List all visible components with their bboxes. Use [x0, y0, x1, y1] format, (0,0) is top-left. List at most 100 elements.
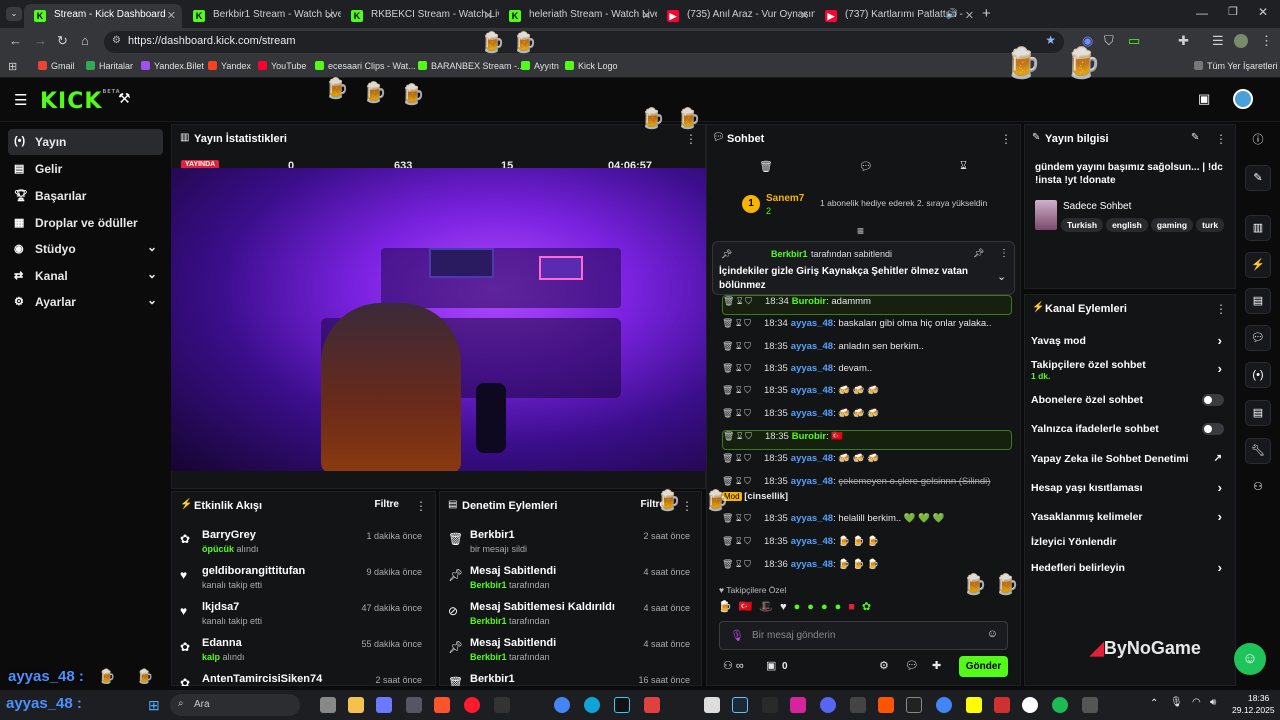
bookmark-youtube[interactable]: YouTube — [258, 61, 306, 71]
hamburger-menu-icon[interactable]: ☰ — [14, 91, 27, 109]
reading-list-icon[interactable]: ☰ — [1212, 33, 1224, 49]
tab-berkbir1[interactable]: K Berkbir1 Stream - Watch Live o ✕ — [183, 4, 341, 28]
chat-icon[interactable]: 💬︎ — [859, 160, 873, 173]
file-explorer-icon[interactable] — [348, 697, 364, 713]
hammer-icon[interactable]: ⚒ — [118, 90, 131, 107]
soundcloud-icon[interactable] — [878, 697, 894, 713]
url-field[interactable]: ⚙ https://dashboard.kick.com/stream ★ — [104, 31, 1064, 53]
chat-icon[interactable]: 💬︎ — [1245, 325, 1271, 351]
more-options-icon[interactable]: ⋮ — [1215, 302, 1227, 316]
chat-message[interactable]: 🗑︎ ⌛︎ ⛉ 18:35 ayyas_48: 🍻 🍻 🍻 — [722, 385, 879, 405]
chat-message[interactable]: 🗑︎ ⌛︎ ⛉ 18:36 ayyas_48: 🍺 🍺 🍺 — [722, 559, 879, 579]
bookmark-yandex-bilet[interactable]: Yandex.Bilet — [141, 61, 204, 71]
minimize-button[interactable]: — — [1196, 6, 1208, 20]
close-tab-icon[interactable]: ✕ — [167, 9, 176, 22]
yandex-icon[interactable] — [1022, 697, 1038, 713]
broadcast-icon[interactable]: (•) — [1245, 362, 1271, 388]
bookmark-ecesaari[interactable]: ecesaari Clips - Wat... — [315, 61, 416, 71]
back-icon[interactable]: ← — [9, 33, 22, 48]
close-window-button[interactable]: ✕ — [1258, 5, 1268, 19]
emote-icon[interactable]: ■ — [848, 601, 862, 613]
close-tab-icon[interactable]: ✕ — [484, 9, 493, 22]
tab-rkbekci[interactable]: K RKBEKCI Stream - Watch Live o ✕ — [341, 4, 499, 28]
chat-message[interactable]: 🗑︎ ⌛︎ ⛉ 18:35 ayyas_48: helalill berkim.. … — [722, 513, 945, 533]
puzzle-icon[interactable]: ✚ — [932, 659, 941, 672]
epic-games-icon[interactable] — [906, 697, 922, 713]
brave-icon[interactable] — [434, 697, 450, 713]
emote-icon[interactable]: 🇹🇷 — [739, 601, 760, 613]
category-name[interactable]: Sadece Sohbet — [1063, 201, 1131, 212]
bookmark-gmail[interactable]: Gmail — [38, 61, 75, 71]
sidebar-item-studyo[interactable]: ◉ Stüdyo ⌄ — [8, 236, 163, 262]
collapse-chevron-icon[interactable]: ≡ — [857, 224, 864, 238]
tab-heleriath[interactable]: K heleriath Stream - Watch Live o ✕ — [499, 4, 657, 28]
users-icon[interactable]: ⚇ ∞ — [723, 659, 744, 672]
action-subscribers-only[interactable]: Abonelere özel sohbet — [1031, 394, 1226, 416]
chat-message[interactable]: 🗑︎ ⌛︎ ⛉ 18:35 ayyas_48: anladın sen berkim… — [722, 341, 924, 361]
action-raid[interactable]: İzleyici Yönlendir — [1031, 536, 1226, 558]
action-emote-only[interactable]: Yalnızca ifadelerle sohbet — [1031, 423, 1226, 445]
tab-kick-dashboard[interactable]: K Stream - Kick Dashboard ✕ — [24, 4, 182, 28]
app-icon[interactable] — [994, 697, 1010, 713]
emote-icon[interactable]: ✿ — [862, 601, 878, 613]
chat-input[interactable]: 🎙︎ Bir mesaj gönderin ☺ — [719, 621, 1008, 650]
expand-chevron-icon[interactable]: ⌄ — [997, 270, 1006, 283]
gift-box-icon[interactable]: ▣ — [766, 659, 776, 672]
chat-message[interactable]: 🗑︎ ⌛︎ ⛉ 18:35 Burobir: 🇹🇷 — [722, 430, 1012, 450]
tag[interactable]: Turkish — [1061, 218, 1104, 232]
clock-time[interactable]: 18:36 — [1248, 693, 1269, 703]
sidebar-item-yayin[interactable]: (•) Yayın — [8, 129, 163, 155]
all-bookmarks[interactable]: Tüm Yer İşaretleri — [1194, 61, 1278, 71]
edge-icon[interactable] — [584, 697, 600, 713]
chrome-icon[interactable] — [554, 697, 570, 713]
chat-message[interactable]: 🗑︎ ⌛︎ ⛉ 18:35 ayyas_48: 🍺 🍺 🍺 — [722, 536, 879, 556]
wrench-icon[interactable]: 🔧︎ — [1245, 438, 1271, 464]
new-tab-button[interactable]: + — [982, 5, 991, 22]
edit-icon[interactable]: ✎ — [1245, 165, 1271, 191]
action-followers-only[interactable]: Takipçilere özel sohbet 1 dk. › — [1031, 359, 1226, 385]
tab-list-chevron-icon[interactable]: ⌄ — [6, 7, 22, 21]
more-options-icon[interactable]: ⋮ — [415, 499, 427, 513]
copilot-icon[interactable] — [376, 697, 392, 713]
opera-icon[interactable] — [464, 697, 480, 713]
action-slow-mode[interactable]: Yavaş mod › — [1031, 333, 1226, 357]
send-button[interactable]: Gönder — [959, 656, 1008, 677]
chrome-icon[interactable] — [936, 697, 952, 713]
category-thumbnail[interactable] — [1035, 200, 1057, 230]
user-avatar[interactable] — [1233, 89, 1253, 109]
profile-avatar[interactable] — [1234, 34, 1248, 48]
task-view-icon[interactable] — [320, 697, 336, 713]
more-options-icon[interactable]: ⋮ — [1215, 132, 1227, 146]
close-tab-icon[interactable]: ✕ — [642, 9, 651, 22]
bookmark-star-icon[interactable]: ★ — [1045, 33, 1056, 47]
more-options-icon[interactable]: ⋮ — [685, 132, 697, 146]
sidebar-item-basarilar[interactable]: 🏆︎ Başarılar — [8, 183, 163, 209]
subscribers-only-toggle[interactable] — [1202, 394, 1224, 406]
tab-youtube-anil[interactable]: ▶ (735) Anıl Araz - Vur Oynasın Te ✕ — [657, 4, 815, 28]
home-icon[interactable]: ⌂ — [81, 33, 89, 48]
kick-logo[interactable]: KICKBETA — [40, 89, 121, 114]
emote-icon[interactable]: 🎩 — [759, 601, 780, 613]
action-goals[interactable]: Hedefleri belirleyin › — [1031, 560, 1226, 584]
bookmark-ayyitn[interactable]: Ayyıtn — [521, 61, 559, 71]
sidebar-item-droplar[interactable]: ▦ Droplar ve ödüller — [8, 210, 163, 236]
forward-icon[interactable]: → — [34, 33, 47, 48]
puzzle-extensions-icon[interactable]: ✚ — [1178, 33, 1189, 49]
lightning-icon[interactable]: ⚡ — [1245, 252, 1271, 278]
steam-icon[interactable] — [732, 697, 748, 713]
unpin-icon[interactable]: 📌︎ — [973, 248, 984, 259]
settings-icon[interactable]: ⚙ — [879, 659, 889, 672]
filter-button[interactable]: Filtre — [375, 499, 399, 510]
trash-icon[interactable]: 🗑︎ — [759, 160, 773, 173]
app-icon[interactable] — [1082, 697, 1098, 713]
chat-message[interactable]: 🗑︎ ⌛︎ ⛉ 18:35 ayyas_48: devam.. — [722, 363, 872, 383]
wifi-icon[interactable]: ◠ — [1192, 697, 1201, 708]
emote-icon[interactable]: ● — [807, 601, 821, 613]
more-options-icon[interactable]: ⋮ — [999, 248, 1009, 259]
emote-icon[interactable]: ♥ — [780, 601, 794, 613]
emote-icon[interactable]: ● — [794, 601, 808, 613]
support-chat-button[interactable]: ☺ — [1234, 643, 1266, 675]
tag[interactable]: english — [1106, 218, 1148, 232]
tray-chevron-icon[interactable]: ⌃ — [1150, 698, 1158, 709]
shield-extension-icon[interactable]: ⛉ — [1104, 33, 1114, 49]
